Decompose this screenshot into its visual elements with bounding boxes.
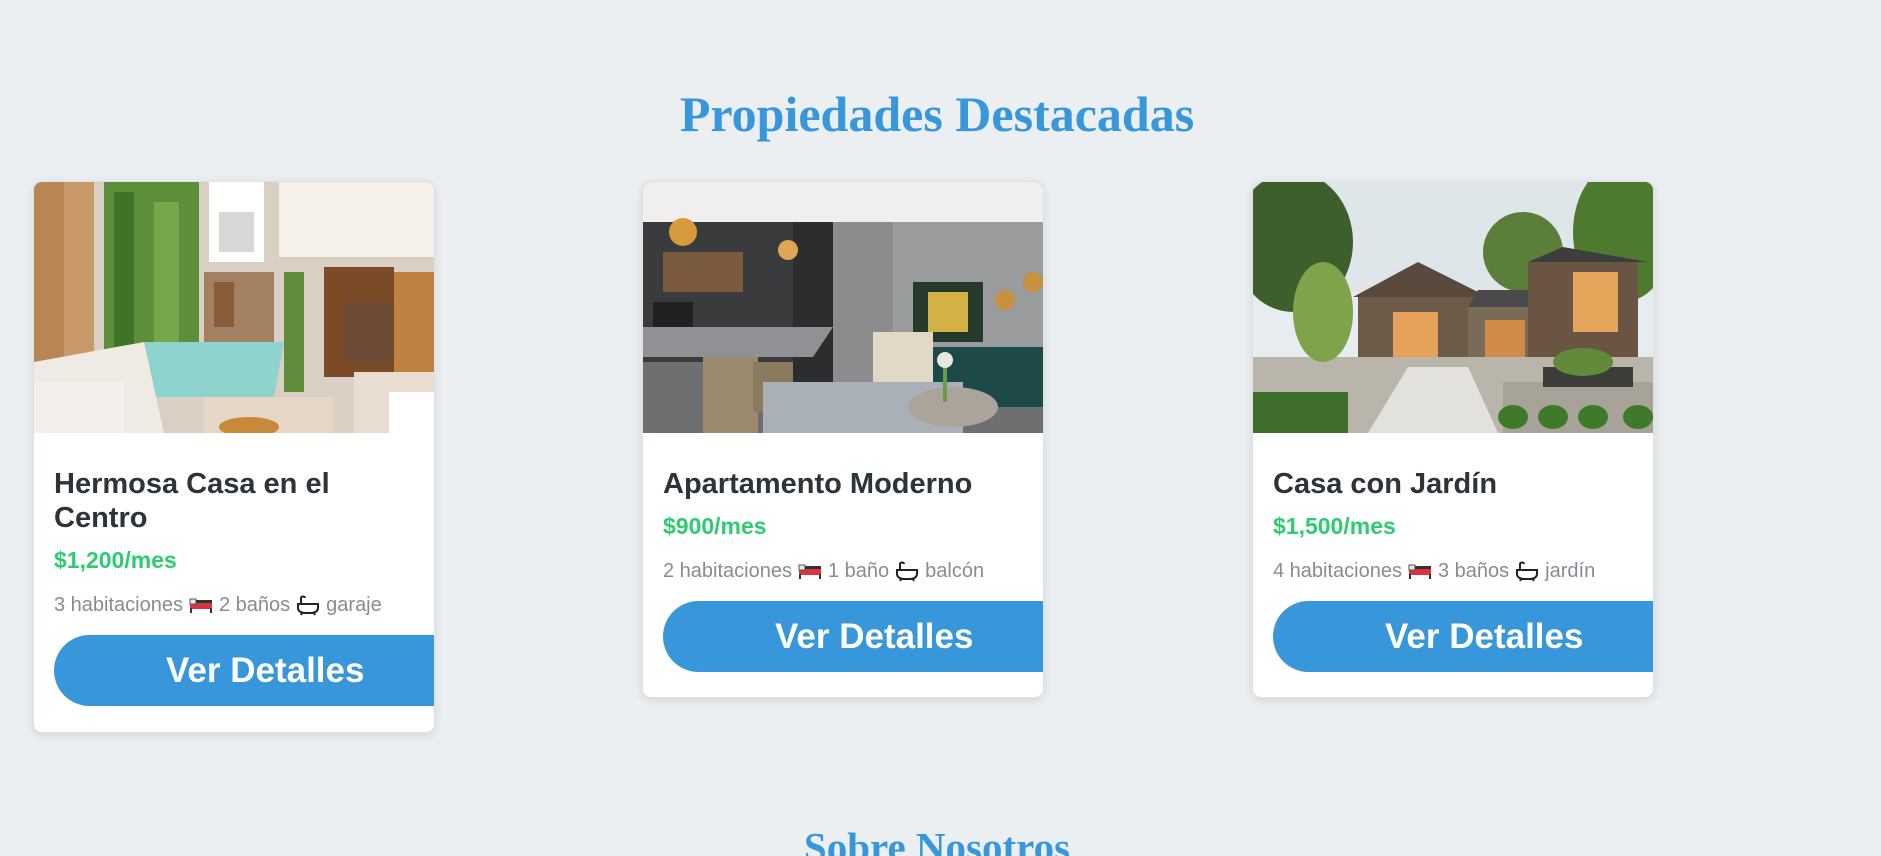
bed-icon [189, 596, 213, 614]
rooms-label: 4 habitaciones [1273, 560, 1402, 582]
bed-icon [1408, 562, 1432, 580]
rooms-label: 3 habitaciones [54, 594, 183, 616]
view-details-button[interactable]: Ver Detalles [663, 601, 1043, 672]
property-card: Hermosa Casa en el Centro $1,200/mes 3 h… [33, 181, 435, 733]
baths-label: 2 baños [218, 594, 291, 616]
baths-label: 1 baño [827, 560, 890, 582]
page: Propiedades Destacadas Hermosa Casa en e… [0, 0, 1881, 856]
property-card: Apartamento Moderno $900/mes 2 habitacio… [642, 181, 1044, 698]
extra-label: jardín [1545, 560, 1596, 582]
view-details-button[interactable]: Ver Detalles [1273, 601, 1653, 672]
property-price: $900/mes [663, 513, 767, 539]
view-details-button[interactable]: Ver Detalles [54, 635, 434, 706]
property-title: Apartamento Moderno [663, 468, 973, 500]
property-image [643, 182, 1043, 433]
property-image [34, 182, 434, 433]
bed-icon [798, 562, 822, 580]
property-features: 3 habitaciones 2 baños garaje [54, 591, 434, 619]
property-features: 4 habitaciones 3 baños jardín [1273, 557, 1653, 585]
bathtub-icon [296, 594, 320, 616]
property-price: $1,500/mes [1273, 513, 1396, 539]
extra-label: balcón [925, 560, 985, 582]
bathtub-icon [1515, 560, 1539, 582]
property-card: Casa con Jardín $1,500/mes 4 habitacione… [1252, 181, 1654, 698]
baths-label: 3 baños [1437, 560, 1510, 582]
featured-section-title: Propiedades Destacadas [679, 86, 1195, 142]
extra-label: garaje [326, 594, 382, 616]
property-image [1253, 182, 1653, 433]
property-title: Casa con Jardín [1273, 468, 1498, 500]
rooms-label: 2 habitaciones [663, 560, 792, 582]
property-title: Hermosa Casa en el Centro [54, 468, 330, 534]
bathtub-icon [895, 560, 919, 582]
property-price: $1,200/mes [54, 547, 177, 573]
about-section-title: Sobre Nosotros [803, 824, 1071, 856]
property-features: 2 habitaciones 1 baño balcón [663, 557, 1043, 585]
